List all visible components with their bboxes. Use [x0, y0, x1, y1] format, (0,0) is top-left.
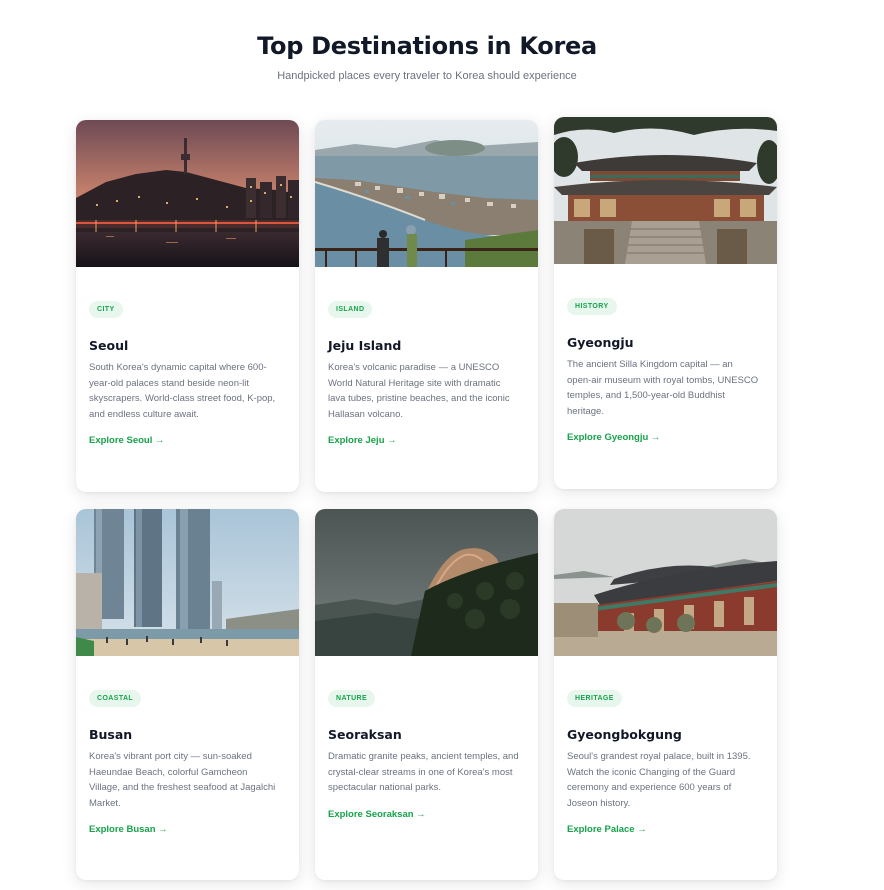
seoul-photo [76, 120, 299, 267]
destination-card-gyeongbokgung[interactable]: HERITAGE Gyeongbokgung Seoul's grandest … [554, 509, 777, 880]
destination-card-jeju[interactable]: ISLAND Jeju Island Korea's volcanic para… [315, 120, 538, 492]
explore-seoul-link[interactable]: Explore Seoul → [89, 435, 165, 446]
destination-name: Gyeongbokgung [567, 727, 682, 742]
category-badge: COASTAL [89, 690, 142, 707]
explore-seoraksan-link[interactable]: Explore Seoraksan → [328, 809, 426, 820]
page-header: Top Destinations in Korea Handpicked pla… [0, 32, 854, 82]
destination-card-busan[interactable]: COASTAL Busan Korea's vibrant port city … [76, 509, 299, 880]
destination-name: Busan [89, 727, 133, 742]
destination-card-seoraksan[interactable]: NATURE Seoraksan Dramatic granite peaks,… [315, 509, 538, 880]
page-subtitle: Handpicked places every traveler to Kore… [277, 70, 577, 82]
category-badge: HISTORY [567, 298, 617, 315]
destination-description: Seoul's grandest royal palace, built in … [567, 751, 751, 809]
jeju-photo [315, 120, 538, 267]
destination-name: Gyeongju [567, 335, 634, 350]
destination-description: South Korea's dynamic capital where 600-… [89, 362, 276, 420]
category-badge: CITY [89, 301, 123, 318]
seoraksan-photo [315, 509, 538, 656]
page-title: Top Destinations in Korea [257, 32, 597, 60]
explore-jeju-link[interactable]: Explore Jeju → [328, 435, 397, 446]
destination-description: Korea's vibrant port city — sun-soaked H… [89, 751, 276, 809]
destination-name: Seoul [89, 338, 129, 353]
explore-busan-link[interactable]: Explore Busan → [89, 824, 168, 835]
destination-card-seoul[interactable]: CITY Seoul South Korea's dynamic capital… [76, 120, 299, 492]
category-badge: HERITAGE [567, 690, 622, 707]
category-badge: ISLAND [328, 301, 373, 318]
destination-description: Korea's volcanic paradise — a UNESCO Wor… [328, 362, 510, 420]
destination-description: Dramatic granite peaks, ancient temples,… [328, 751, 519, 793]
gyeongju-photo [554, 117, 777, 264]
explore-palace-link[interactable]: Explore Palace → [567, 824, 647, 835]
gyeongbokgung-photo [554, 509, 777, 656]
destination-name: Jeju Island [328, 338, 402, 353]
busan-photo [76, 509, 299, 656]
category-badge: NATURE [328, 690, 376, 707]
explore-gyeongju-link[interactable]: Explore Gyeongju → [567, 432, 660, 443]
destination-name: Seoraksan [328, 727, 402, 742]
destination-card-gyeongju[interactable]: HISTORY Gyeongju The ancient Silla Kingd… [554, 117, 777, 489]
destination-description: The ancient Silla Kingdom capital — an o… [567, 359, 759, 417]
